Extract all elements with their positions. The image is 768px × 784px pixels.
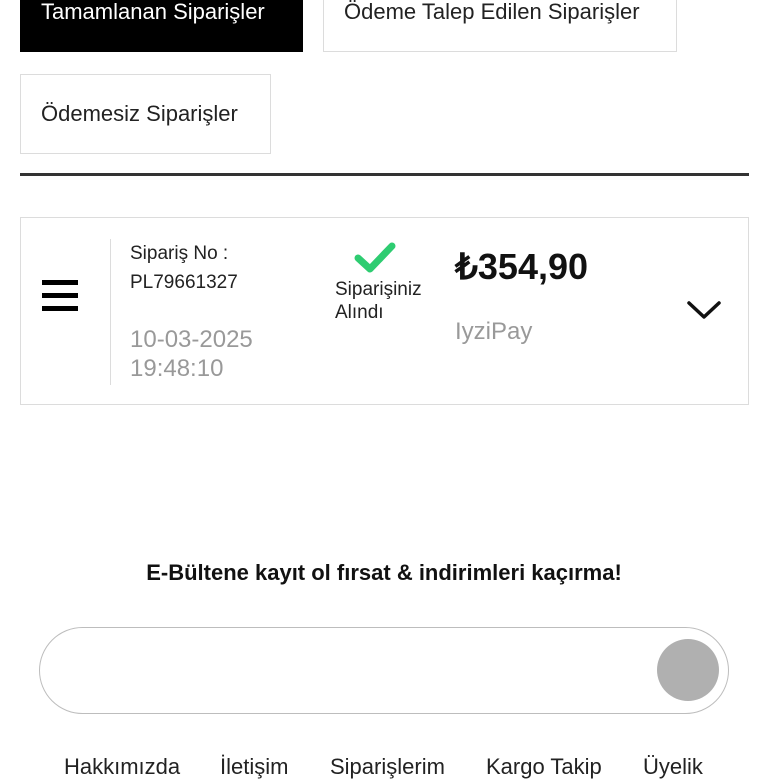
newsletter-email-input[interactable] — [70, 648, 654, 695]
newsletter-title: E-Bültene kayıt ol fırsat & indirimleri … — [146, 560, 622, 585]
footer-link-cargo-tracking[interactable]: Kargo Takip — [486, 754, 602, 780]
order-time: 19:48:10 — [130, 355, 224, 382]
footer-link-orders[interactable]: Siparişlerim — [330, 754, 445, 780]
tab-completed-orders[interactable]: Tamamlanan Siparişler — [20, 0, 303, 52]
order-status-line1: Siparişiniz — [335, 279, 422, 300]
card-separator — [110, 239, 111, 385]
check-icon — [354, 242, 396, 273]
footer-links: Hakkımızda İletişim Siparişlerim Kargo T… — [0, 754, 768, 784]
newsletter-submit-button[interactable] — [657, 639, 719, 701]
newsletter-email-field — [39, 627, 729, 714]
hamburger-menu-icon[interactable] — [42, 280, 78, 314]
tab-completed-orders-label: Tamamlanan Siparişler — [41, 0, 265, 24]
footer-link-about[interactable]: Hakkımızda — [64, 754, 180, 780]
footer-link-contact[interactable]: İletişim — [220, 754, 288, 780]
order-number-label: Sipariş No : — [130, 243, 229, 264]
tab-unpaid-orders[interactable]: Ödemesiz Siparişler — [20, 74, 271, 154]
order-status: Siparişiniz Alındı — [335, 278, 445, 324]
footer-link-membership[interactable]: Üyelik — [643, 754, 703, 780]
chevron-down-icon[interactable] — [686, 298, 722, 322]
tab-unpaid-orders-label: Ödemesiz Siparişler — [41, 101, 238, 126]
order-date: 10-03-2025 — [130, 326, 253, 353]
order-price: ₺354,90 — [455, 246, 589, 287]
section-divider — [20, 173, 749, 176]
order-number: PL79661327 — [130, 272, 238, 293]
order-status-line2: Alındı — [335, 302, 384, 323]
tab-payment-requested-orders-label: Ödeme Talep Edilen Siparişler — [344, 0, 640, 24]
order-card: Sipariş No : PL79661327 10-03-2025 19:48… — [20, 217, 749, 405]
tab-payment-requested-orders[interactable]: Ödeme Talep Edilen Siparişler — [323, 0, 677, 52]
order-datetime: 10-03-2025 19:48:10 — [130, 325, 253, 383]
payment-method: IyziPay — [455, 318, 533, 345]
